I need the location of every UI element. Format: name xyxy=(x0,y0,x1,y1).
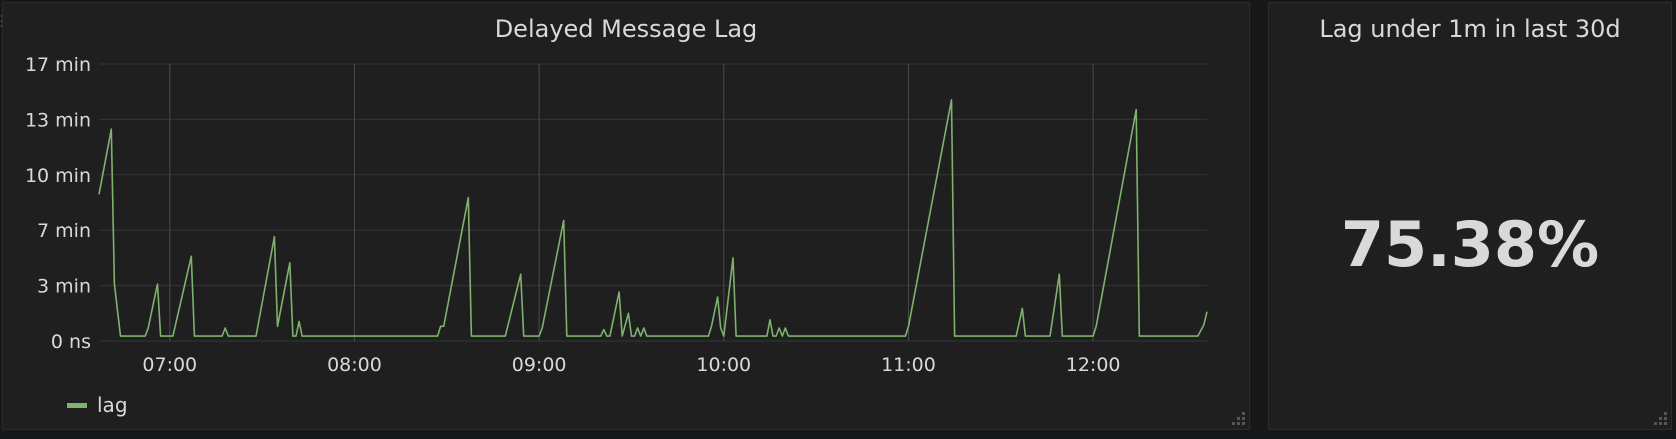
y-tick-label: 0 ns xyxy=(51,331,91,353)
x-tick-label: 11:00 xyxy=(881,354,936,376)
x-tick-label: 10:00 xyxy=(696,354,751,376)
stat-panel[interactable]: Lag under 1m in last 30d 75.38% xyxy=(1268,2,1672,430)
x-tick-label: 12:00 xyxy=(1066,354,1121,376)
y-tick-label: 7 min xyxy=(37,220,91,242)
stat-resize-handle[interactable] xyxy=(1653,411,1667,425)
x-tick-label: 07:00 xyxy=(142,354,197,376)
lag-chart: 0 ns 3 min 7 min 10 min 13 min 17 min 07:00 08:… xyxy=(25,54,1208,376)
y-tick-label: 3 min xyxy=(37,276,91,298)
graph-resize-handle[interactable] xyxy=(1231,411,1245,425)
x-tick-label: 08:00 xyxy=(327,354,382,376)
series-line-lag xyxy=(98,99,1208,337)
y-tick-label: 13 min xyxy=(25,109,91,131)
y-tick-label: 10 min xyxy=(25,165,91,187)
y-tick-label: 17 min xyxy=(25,54,91,76)
stat-value: 75.38% xyxy=(1340,208,1600,281)
x-tick-label: 09:00 xyxy=(512,354,567,376)
legend-swatch-lag xyxy=(67,402,87,408)
graph-panel[interactable]: Delayed Message Lag 0 ns 3 min 7 min 10 min… xyxy=(2,2,1250,430)
legend: lag xyxy=(67,393,128,417)
stat-panel-title[interactable]: Lag under 1m in last 30d xyxy=(1269,15,1671,43)
legend-label-lag[interactable]: lag xyxy=(97,393,128,417)
